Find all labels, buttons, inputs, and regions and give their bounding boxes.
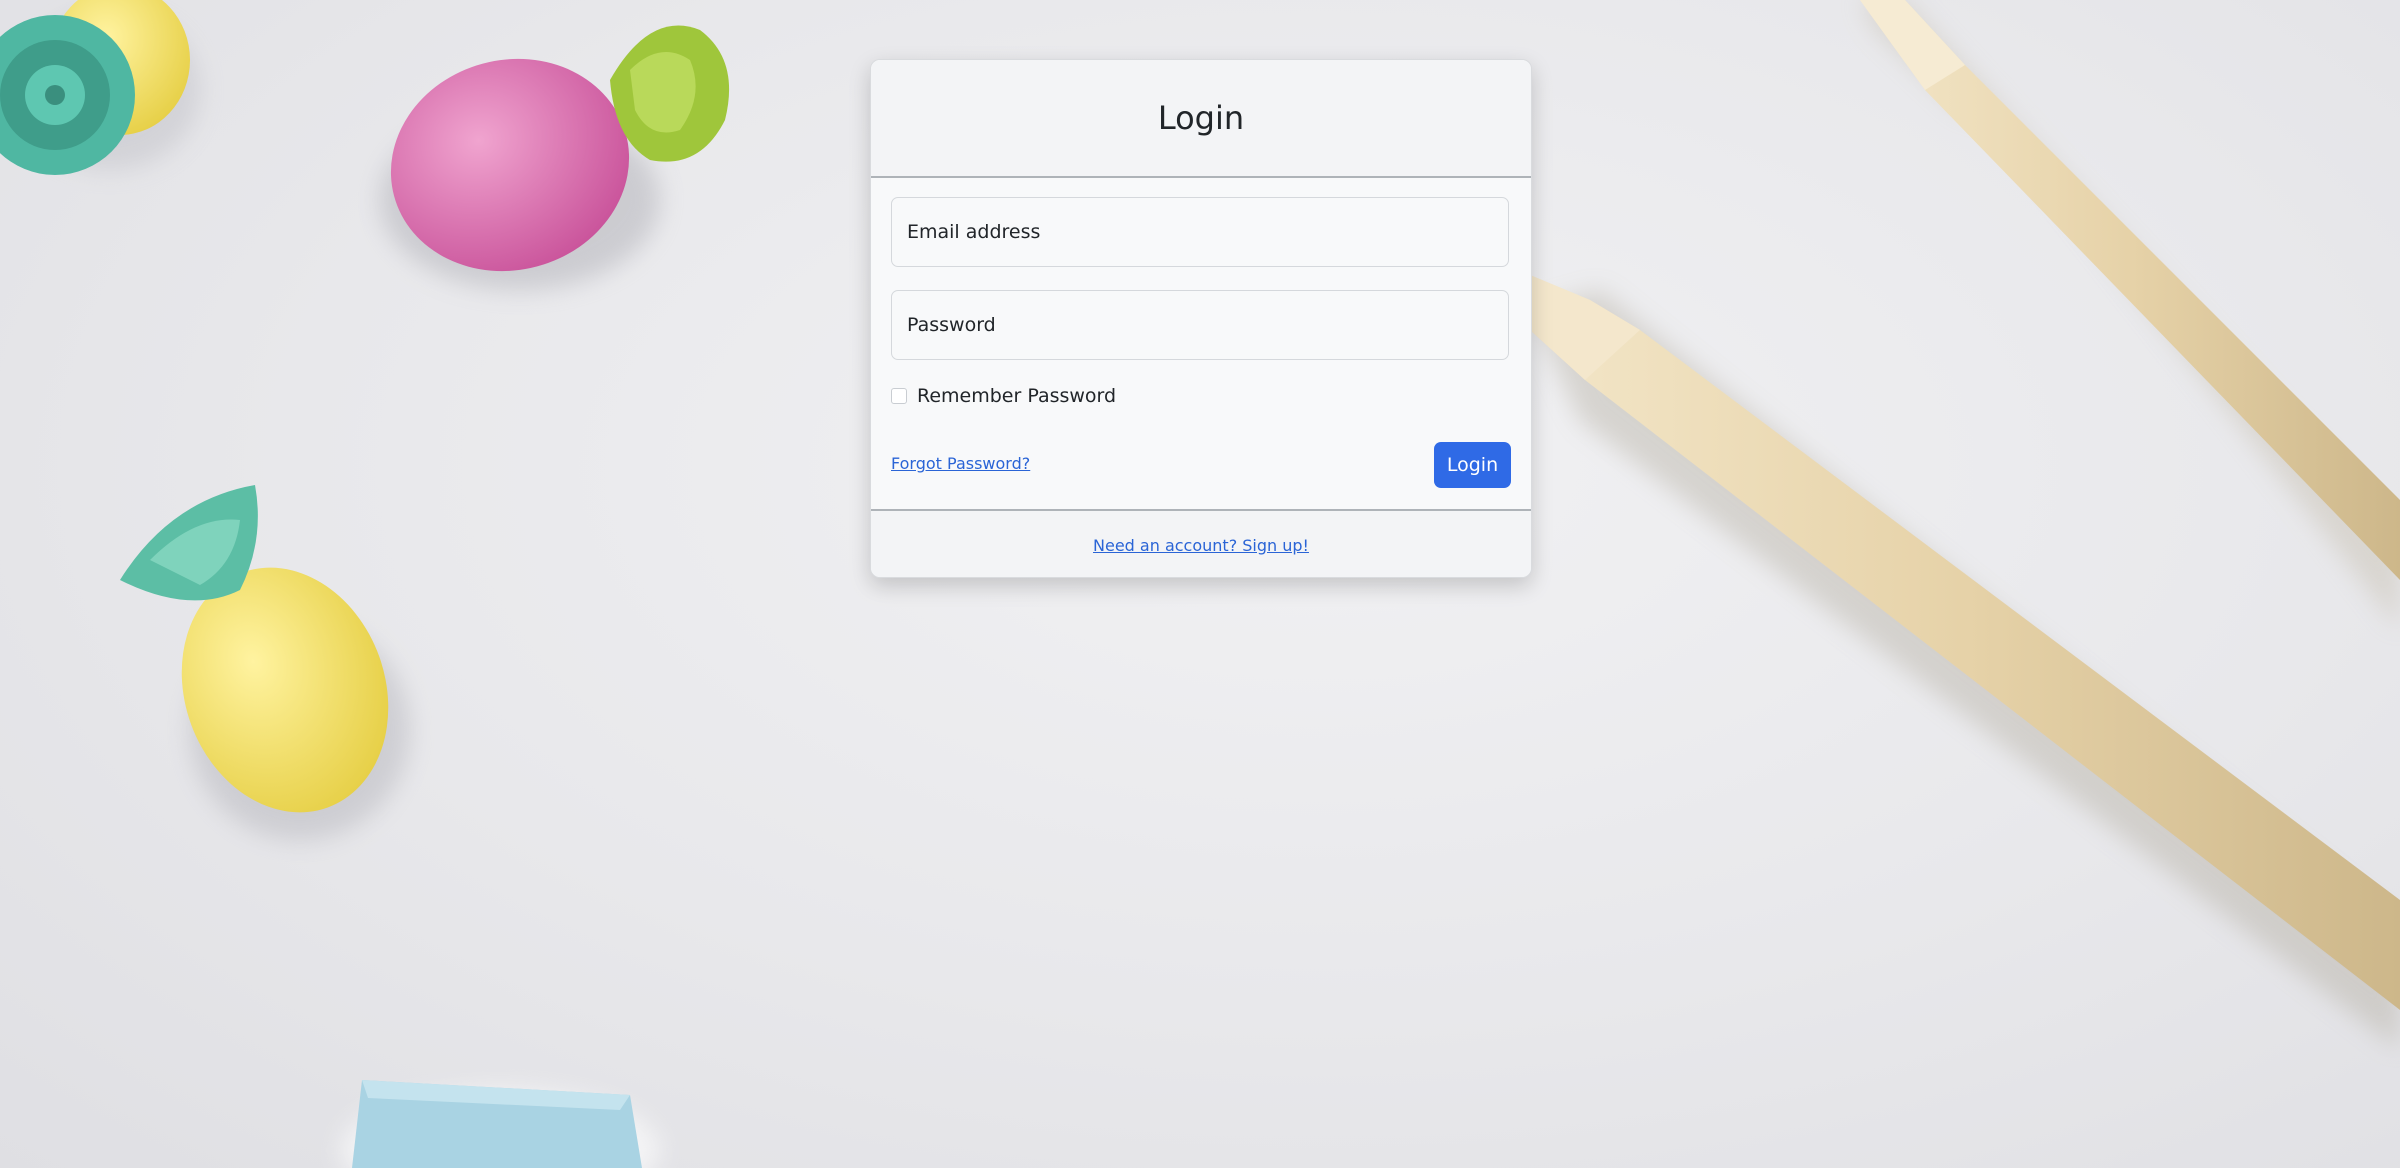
remember-password-checkbox[interactable] [891, 388, 907, 404]
login-button[interactable]: Login [1434, 442, 1511, 488]
pineapple-eraser-top-left-icon [0, 0, 200, 175]
password-field[interactable] [891, 290, 1509, 360]
remember-password-label[interactable]: Remember Password [917, 385, 1116, 407]
wooden-pencil-upper-icon [1860, 0, 2400, 630]
yellow-pineapple-eraser-icon [120, 485, 410, 840]
email-field[interactable] [891, 197, 1509, 267]
login-title: Login [1157, 99, 1245, 137]
pink-pineapple-eraser-icon [380, 25, 730, 290]
login-card-footer: Need an account? Sign up! [871, 509, 1531, 577]
remember-password-row[interactable]: Remember Password [891, 385, 1116, 407]
signup-link[interactable]: Need an account? Sign up! [1093, 536, 1309, 555]
blue-sharpener-icon [340, 1080, 660, 1168]
login-card: Login Remember Password Forgot Password?… [870, 59, 1532, 578]
forgot-password-link[interactable]: Forgot Password? [891, 454, 1030, 473]
login-form: Remember Password Forgot Password? Login [871, 178, 1531, 508]
login-card-header: Login [871, 60, 1531, 178]
